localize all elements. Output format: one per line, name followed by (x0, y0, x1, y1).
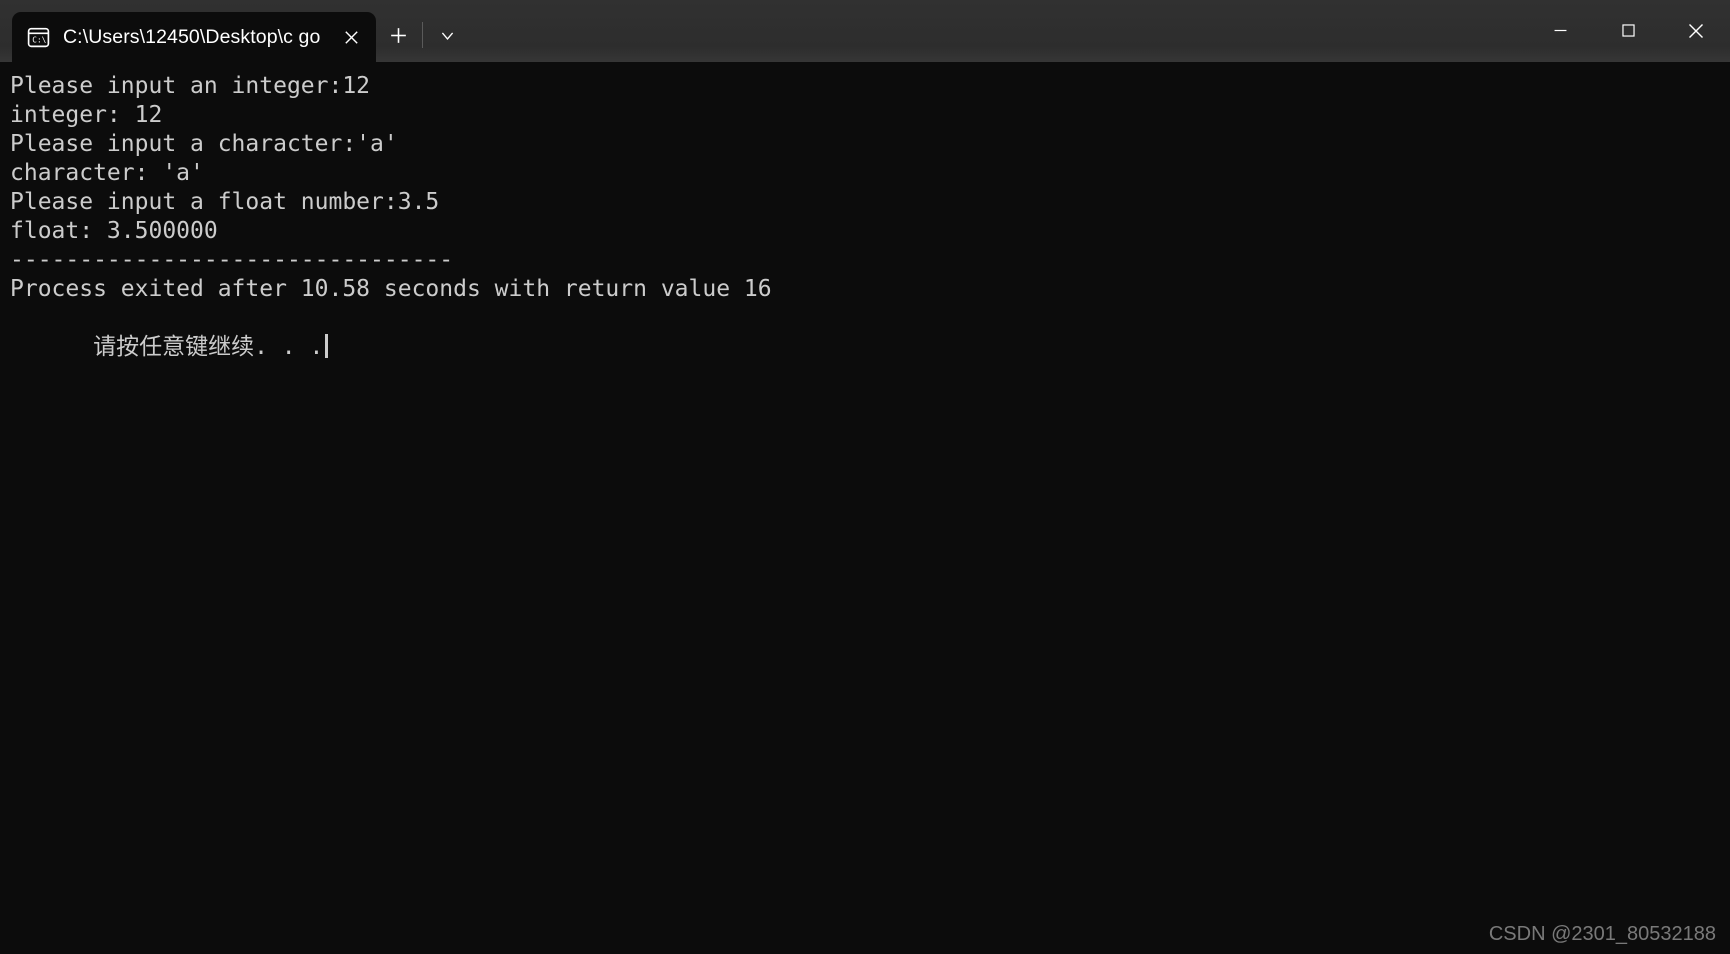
terminal-separator-line: -------------------------------- (10, 247, 454, 273)
tab-strip-divider (422, 22, 424, 48)
terminal-tab[interactable]: C:\ C:\Users\12450\Desktop\c go (12, 12, 377, 63)
minimize-button[interactable] (1526, 0, 1594, 61)
command-prompt-icon: C:\ (26, 25, 51, 50)
text-cursor (325, 334, 329, 358)
new-tab-button[interactable] (376, 11, 420, 59)
terminal-window: C:\ C:\Users\12450\Desktop\c go Please i… (0, 0, 1730, 954)
terminal-line: Please input a float number:3.5 (10, 189, 440, 215)
terminal-output-area[interactable]: Please input an integer:12 integer: 12 P… (0, 62, 1730, 954)
terminal-prompt-line: 请按任意键继续. . . (10, 304, 1730, 391)
csdn-watermark: CSDN @2301_80532188 (1488, 923, 1716, 945)
terminal-line: Please input an integer:12 (10, 73, 371, 99)
terminal-line: float: 3.500000 (10, 218, 218, 244)
svg-text:C:\: C:\ (32, 36, 46, 45)
close-button[interactable] (1662, 0, 1730, 61)
tab-strip: C:\ C:\Users\12450\Desktop\c go (12, 0, 469, 63)
tab-close-icon[interactable] (332, 19, 370, 57)
tab-title: C:\Users\12450\Desktop\c go (63, 26, 321, 48)
terminal-line: Please input a character:'a' (10, 131, 398, 157)
maximize-button[interactable] (1594, 0, 1662, 61)
press-any-key-text: 请按任意键继续. . . (93, 334, 324, 360)
terminal-exit-status-line: Process exited after 10.58 seconds with … (10, 276, 772, 302)
chevron-down-icon[interactable] (425, 11, 469, 59)
title-bar: C:\ C:\Users\12450\Desktop\c go (0, 0, 1730, 63)
terminal-line: integer: 12 (10, 102, 163, 128)
terminal-line: character: 'a' (10, 160, 204, 186)
window-controls (1526, 0, 1730, 62)
